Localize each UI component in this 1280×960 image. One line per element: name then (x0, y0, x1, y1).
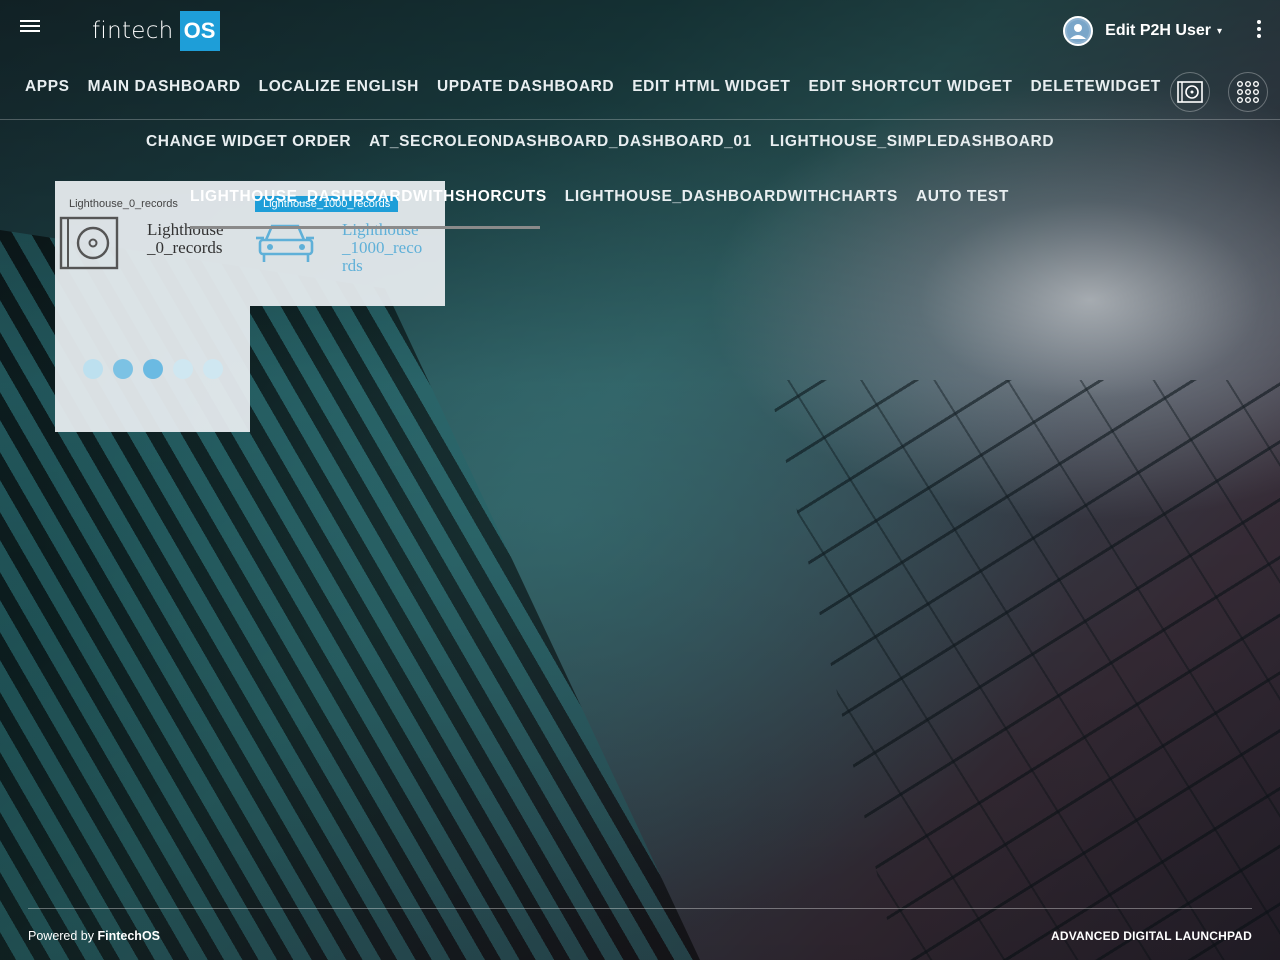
widget-link[interactable]: Lighthouse_1000_records (342, 221, 424, 275)
logo-text: fintech (92, 18, 174, 44)
nav-item-change-widget-order[interactable]: CHANGE WIDGET ORDER (146, 133, 351, 151)
active-tab-underline (190, 226, 540, 229)
logo[interactable]: fintech OS (92, 10, 220, 52)
car-icon (254, 216, 314, 270)
user-name: Edit P2H User (1105, 22, 1211, 39)
media-icon[interactable] (1170, 72, 1210, 112)
media-icon (59, 216, 119, 270)
nav-item-apps[interactable]: APPS (25, 78, 70, 96)
nav-row-1: APPS MAIN DASHBOARD LOCALIZE ENGLISH UPD… (25, 78, 1179, 96)
chevron-down-icon: ▾ (1216, 25, 1222, 37)
nav-item-at-secrole-dashboard[interactable]: AT_SECROLEONDASHBOARD_DASHBOARD_01 (369, 133, 752, 151)
footer-divider (28, 908, 1252, 909)
loader-dot (173, 359, 193, 379)
top-bar: fintech OS Edit P2H User ▾ (0, 0, 1280, 60)
nav-item-edit-shortcut-widget[interactable]: EDIT SHORTCUT WIDGET (808, 78, 1012, 96)
nav-item-update-dashboard[interactable]: UPDATE DASHBOARD (437, 78, 614, 96)
powered-by-brand[interactable]: FintechOS (98, 929, 161, 943)
loader-dot (113, 359, 133, 379)
user-avatar-icon (1063, 16, 1094, 46)
nav-row-2: CHANGE WIDGET ORDER AT_SECROLEONDASHBOAR… (146, 133, 1072, 151)
loader-dot (143, 359, 163, 379)
loading-indicator (83, 359, 233, 379)
nav-item-lighthouse-simpledashboard[interactable]: LIGHTHOUSE_SIMPLEDASHBOARD (770, 133, 1054, 151)
footer-app-label: ADVANCED DIGITAL LAUNCHPAD (1051, 929, 1252, 943)
powered-by: Powered by FintechOS (28, 929, 160, 943)
logo-box: OS (179, 11, 220, 51)
apps-grid-icon[interactable] (1228, 72, 1268, 112)
nav-item-auto-test[interactable]: AUTO TEST (916, 188, 1009, 206)
user-menu[interactable]: Edit P2H User ▾ (1063, 16, 1222, 46)
powered-by-prefix: Powered by (28, 929, 95, 943)
nav-item-deletewidget[interactable]: DELETEWIDGET (1031, 78, 1161, 96)
nav-divider (0, 119, 1280, 120)
nav-item-lighthouse-dashboardwithshorcuts[interactable]: LIGHTHOUSE_DASHBOARDWITHSHORCUTS (190, 188, 547, 206)
loader-dot (203, 359, 223, 379)
menu-icon[interactable] (20, 17, 40, 37)
widget-lighthouse-0-records[interactable]: Lighthouse_0_records Lighthouse_0_record… (55, 181, 250, 432)
more-options-icon[interactable] (1256, 20, 1262, 40)
nav-item-lighthouse-dashboardwithcharts[interactable]: LIGHTHOUSE_DASHBOARDWITHCHARTS (565, 188, 898, 206)
nav-item-localize-english[interactable]: LOCALIZE ENGLISH (259, 78, 419, 96)
nav-item-main-dashboard[interactable]: MAIN DASHBOARD (88, 78, 241, 96)
widget-title: Lighthouse_0_records (69, 198, 178, 210)
nav-item-edit-html-widget[interactable]: EDIT HTML WIDGET (632, 78, 790, 96)
nav-row-3: LIGHTHOUSE_DASHBOARDWITHSHORCUTS LIGHTHO… (190, 188, 1027, 206)
loader-dot (83, 359, 103, 379)
